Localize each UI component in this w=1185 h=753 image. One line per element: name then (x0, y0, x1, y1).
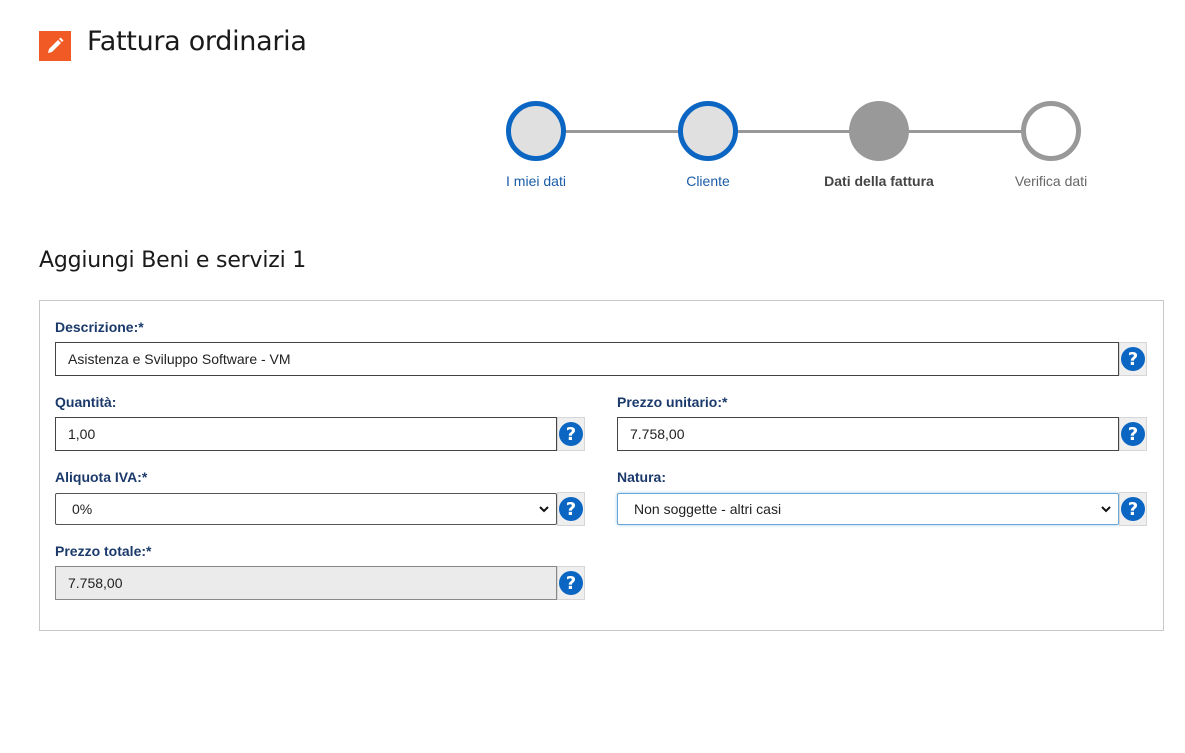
help-icon: ? (1121, 422, 1145, 446)
quantita-label: Quantità: (55, 394, 117, 410)
step-circle-i-miei-dati[interactable] (506, 101, 566, 161)
descrizione-label: Descrizione:* (55, 319, 144, 335)
step-label-cliente[interactable]: Cliente (628, 173, 788, 189)
step-connector (560, 130, 686, 133)
help-icon: ? (1121, 347, 1145, 371)
prezzo-totale-input: 7.758,00 (55, 566, 557, 600)
aliquota-iva-help-button[interactable]: ? (557, 492, 585, 526)
step-circle-dati-fattura (849, 101, 909, 161)
prezzo-unitario-label: Prezzo unitario:* (617, 394, 728, 410)
help-icon: ? (559, 497, 583, 521)
step-label-verifica-dati: Verifica dati (1014, 173, 1088, 189)
quantita-input[interactable]: 1,00 (55, 417, 557, 451)
natura-label: Natura: (617, 469, 667, 485)
quantita-help-button[interactable]: ? (557, 417, 585, 451)
descrizione-help-button[interactable]: ? (1119, 342, 1147, 376)
beni-servizi-panel: Descrizione:* Asistenza e Sviluppo Softw… (39, 300, 1164, 631)
step-circle-verifica-dati (1021, 101, 1081, 161)
prezzo-unitario-help-button[interactable]: ? (1119, 417, 1147, 451)
step-connector (732, 130, 858, 133)
prezzo-totale-help-button[interactable]: ? (557, 566, 585, 600)
progress-stepper: I miei dati Cliente Dati della fattura V… (0, 0, 1185, 200)
natura-help-button[interactable]: ? (1119, 492, 1147, 526)
help-icon: ? (559, 571, 583, 595)
step-label-dati-fattura: Dati della fattura (824, 173, 934, 189)
step-circle-cliente[interactable] (678, 101, 738, 161)
natura-selected: Non soggette - altri casi (634, 501, 782, 517)
natura-select[interactable]: Non soggette - altri casi (617, 493, 1119, 525)
help-icon: ? (1121, 497, 1145, 521)
help-icon: ? (559, 422, 583, 446)
aliquota-iva-label: Aliquota IVA:* (55, 469, 148, 485)
section-title: Aggiungi Beni e servizi 1 (39, 248, 307, 273)
prezzo-unitario-input[interactable]: 7.758,00 (617, 417, 1119, 451)
chevron-down-icon (539, 506, 549, 513)
step-label-i-miei-dati[interactable]: I miei dati (456, 173, 616, 189)
chevron-down-icon (1101, 506, 1111, 513)
aliquota-iva-selected: 0% (72, 501, 93, 517)
prezzo-totale-label: Prezzo totale:* (55, 543, 152, 559)
step-connector (903, 130, 1029, 133)
aliquota-iva-select[interactable]: 0% (55, 493, 557, 525)
descrizione-input[interactable]: Asistenza e Sviluppo Software - VM (55, 342, 1119, 376)
